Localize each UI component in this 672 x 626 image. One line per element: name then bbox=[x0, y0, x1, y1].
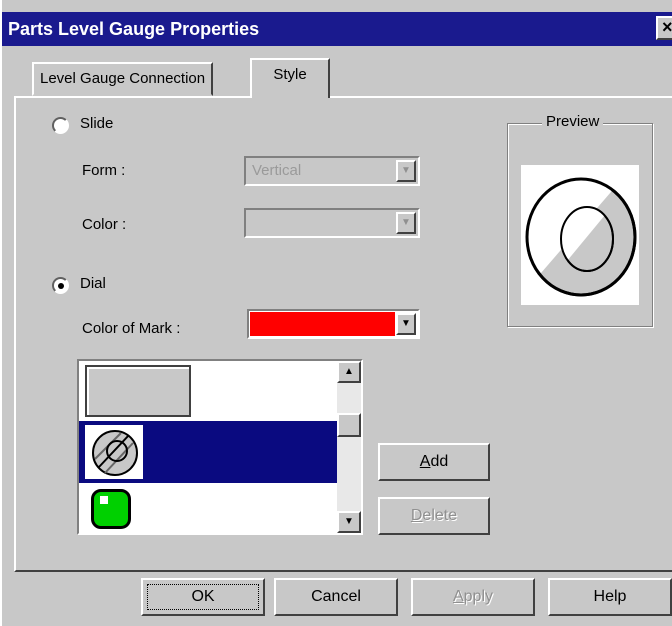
delete-accelerator: D bbox=[410, 507, 423, 524]
add-label: dd bbox=[430, 453, 449, 470]
scroll-down-button[interactable]: ▼ bbox=[337, 511, 361, 533]
green-lamp-style-icon bbox=[91, 489, 131, 529]
apply-accelerator: A bbox=[452, 588, 464, 605]
list-item[interactable] bbox=[79, 361, 337, 421]
style-listbox[interactable]: ▲ ▼ bbox=[77, 359, 363, 535]
cancel-button[interactable]: Cancel bbox=[274, 578, 398, 616]
delete-button[interactable]: Delete bbox=[378, 497, 490, 535]
list-item[interactable] bbox=[79, 483, 337, 533]
ok-button[interactable]: OK bbox=[141, 578, 265, 616]
apply-label: pply bbox=[463, 588, 494, 605]
properties-dialog: Parts Level Gauge Properties × Level Gau… bbox=[0, 0, 672, 626]
form-label: Form : bbox=[82, 162, 126, 179]
scroll-up-button[interactable]: ▲ bbox=[337, 361, 361, 383]
add-accelerator: A bbox=[419, 453, 431, 470]
tab-label: Style bbox=[273, 66, 307, 83]
dial-label: Dial bbox=[80, 275, 106, 292]
title-bar[interactable]: Parts Level Gauge Properties × bbox=[2, 12, 672, 46]
radio-dot bbox=[58, 283, 64, 289]
lamp-highlight bbox=[100, 496, 108, 504]
scroll-thumb[interactable] bbox=[337, 413, 361, 437]
help-button[interactable]: Help bbox=[548, 578, 672, 616]
cancel-label: Cancel bbox=[311, 588, 361, 605]
slide-radio[interactable] bbox=[52, 117, 69, 134]
dial-gauge-style-icon bbox=[85, 425, 143, 479]
help-label: Help bbox=[593, 588, 627, 605]
close-button[interactable]: × bbox=[656, 16, 672, 40]
slide-label: Slide bbox=[80, 115, 114, 132]
apply-button[interactable]: Apply bbox=[411, 578, 535, 616]
chevron-up-icon: ▲ bbox=[344, 366, 354, 377]
slide-color-select[interactable]: ▼ bbox=[244, 208, 420, 238]
color-of-mark-label: Color of Mark : bbox=[82, 320, 181, 337]
form-select-value: Vertical bbox=[252, 162, 302, 179]
mark-color-swatch bbox=[250, 312, 395, 336]
tab-label: Level Gauge Connection bbox=[40, 70, 206, 87]
form-select[interactable]: Vertical ▼ bbox=[244, 156, 420, 186]
color-of-mark-select[interactable]: ▼ bbox=[247, 309, 420, 339]
dial-radio[interactable] bbox=[52, 277, 69, 294]
delete-label: elete bbox=[422, 507, 458, 524]
window-title: Parts Level Gauge Properties bbox=[8, 19, 260, 39]
tab-style[interactable]: Style bbox=[250, 58, 330, 98]
slide-color-label: Color : bbox=[82, 216, 127, 233]
chevron-down-icon[interactable]: ▼ bbox=[396, 212, 416, 234]
chevron-down-icon[interactable]: ▼ bbox=[396, 313, 416, 335]
preview-label: Preview bbox=[542, 113, 604, 130]
preview-image bbox=[521, 165, 639, 305]
close-icon: × bbox=[662, 17, 672, 37]
rectangle-style-icon bbox=[85, 365, 191, 417]
chevron-down-icon: ▼ bbox=[344, 516, 354, 527]
tab-level-gauge-connection[interactable]: Level Gauge Connection bbox=[32, 62, 214, 96]
list-item[interactable] bbox=[79, 421, 337, 483]
list-scrollbar[interactable]: ▲ ▼ bbox=[337, 361, 361, 533]
preview-group: Preview bbox=[507, 113, 653, 327]
focus-rect bbox=[147, 584, 259, 610]
chevron-down-icon[interactable]: ▼ bbox=[396, 160, 416, 182]
add-button[interactable]: Add bbox=[378, 443, 490, 481]
